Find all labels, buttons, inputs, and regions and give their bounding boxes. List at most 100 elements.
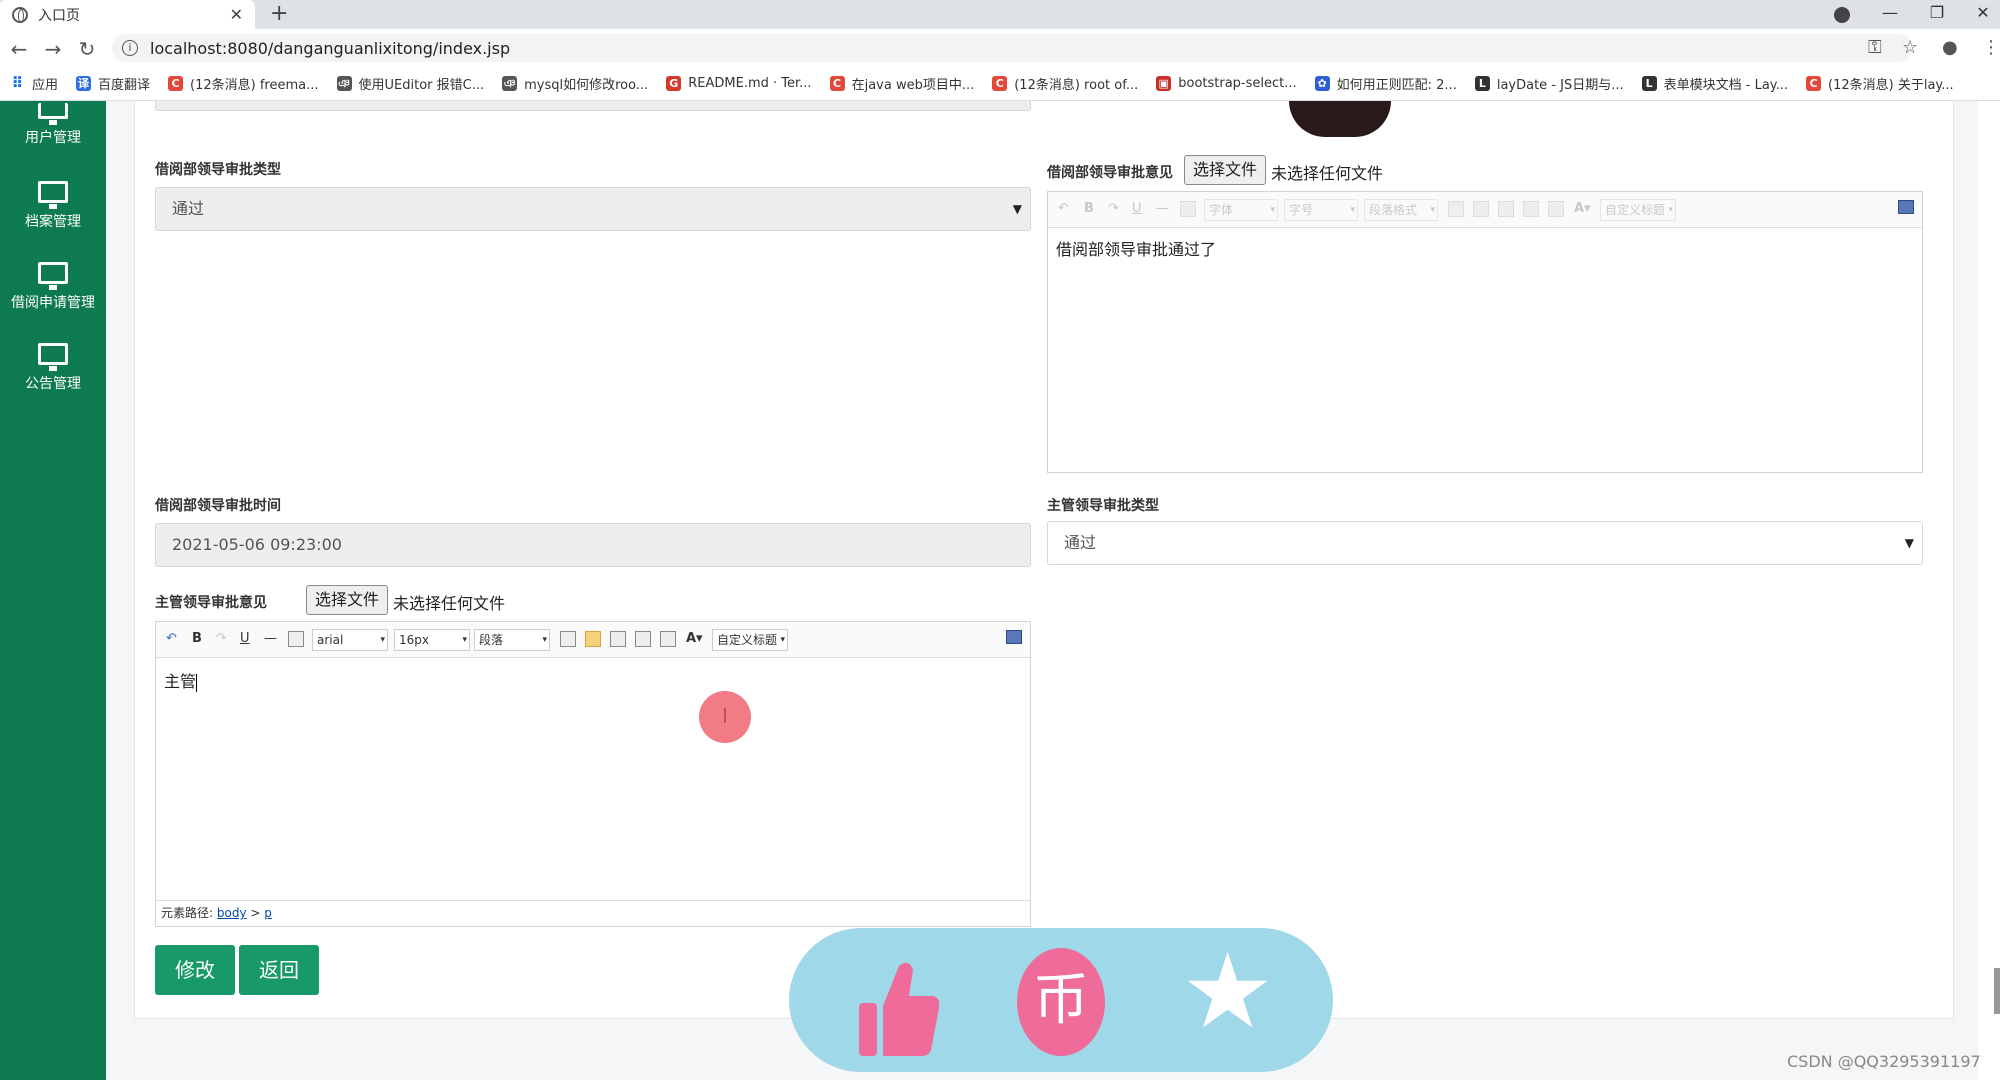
bookmark-item[interactable]: ঞ 使用UEditor 报错C...	[336, 74, 485, 93]
sidebar-item-borrow-requests[interactable]: 借阅申请管理	[0, 262, 106, 312]
choose-file-button[interactable]: 选择文件	[1184, 155, 1267, 185]
table-icon[interactable]	[560, 631, 576, 647]
path-p-link[interactable]: p	[264, 906, 272, 920]
new-tab-button[interactable]: +	[270, 0, 288, 29]
key-icon[interactable]: ⚿	[1868, 37, 1882, 58]
star-icon[interactable]: ★	[1181, 936, 1274, 1046]
mgr-opinion-editor[interactable]: ↶ B ↷ U — arial▾ 16px▾ 段落▾ A▾ 自定义标题▾	[155, 621, 1031, 927]
sidebar-item-notices[interactable]: 公告管理	[0, 343, 106, 393]
back-arrow-icon[interactable]: ←	[8, 37, 30, 61]
bookmark-label: 使用UEditor 报错C...	[358, 78, 485, 93]
sidebar-item-archives[interactable]: 档案管理	[0, 181, 106, 231]
bookmark-label: (12条消息) 关于lay...	[1828, 78, 1954, 93]
hr-icon[interactable]: —	[264, 631, 277, 646]
align-right-icon[interactable]	[610, 631, 626, 647]
bookmark-item[interactable]: ঞ mysql如何修改roo...	[502, 74, 648, 93]
watermark: CSDN @QQ3295391197	[1787, 1052, 1981, 1071]
forward-arrow-icon[interactable]: →	[42, 37, 64, 61]
editor-toolbar: ↶ B ↷ U — arial ▾ 16px ▾ 段落 ▾ A▾ 自定义标题 ▾	[156, 622, 1030, 658]
sidebar-item-users[interactable]: 用户管理	[0, 103, 106, 147]
font-select[interactable]: arial ▾	[312, 629, 388, 651]
bookmark-item[interactable]: C 在java web项目中...	[829, 74, 975, 93]
element-path-bar: 元素路径: body > p	[156, 900, 1030, 926]
dept-time-input[interactable]: 2021-05-06 09:23:00	[155, 523, 1031, 567]
bookmark-label: (12条消息) freema...	[190, 78, 319, 93]
browser-tab[interactable]: 入口页 ✕	[0, 0, 255, 29]
editor-content[interactable]: 主管	[164, 668, 198, 692]
edit-button[interactable]: 修改	[155, 945, 235, 995]
bookmark-label: README.md · Ter...	[688, 76, 812, 91]
bookmark-favicon-icon: C	[1806, 76, 1822, 91]
bookmark-favicon-icon: ⠿	[11, 74, 24, 92]
bookmark-label: mysql如何修改roo...	[524, 78, 649, 93]
redo-icon: ↷	[1108, 201, 1119, 216]
align-center-icon[interactable]	[635, 631, 651, 647]
bookmark-favicon-icon: ঞ	[502, 76, 518, 91]
underline-icon[interactable]: U	[240, 631, 250, 646]
bookmark-item[interactable]: C (12条消息) 关于lay...	[1806, 74, 1954, 93]
bookmark-favicon-icon: G	[666, 76, 682, 91]
bookmarks-bar: ⠿ 应用 译百度翻译 C (12条消息) freema... ঞ 使用UEditor 报错C…	[0, 67, 2000, 101]
dropdown-icon: ▾	[1668, 205, 1673, 215]
sidebar-item-label: 用户管理	[25, 130, 81, 146]
account-icon[interactable]: ●	[1942, 37, 1958, 58]
bold-icon[interactable]: B	[192, 631, 202, 646]
paragraph-select[interactable]: 段落 ▾	[474, 629, 550, 651]
bookmark-label: 在java web项目中...	[851, 78, 975, 93]
mgr-approval-type-select[interactable]: 通过 ▼	[1047, 521, 1923, 565]
back-button[interactable]: 返回	[239, 945, 319, 995]
tab-close-icon[interactable]: ✕	[230, 5, 243, 24]
bookmark-label: 应用	[32, 78, 59, 93]
paste-icon	[1180, 201, 1196, 217]
dept-approval-type-select[interactable]: 通过 ▼	[155, 187, 1031, 231]
mgr-approval-type-label: 主管领导审批类型	[1047, 498, 1159, 514]
previous-field[interactable]	[155, 101, 1031, 111]
bookmark-label: 如何用正则匹配: 2...	[1336, 78, 1457, 93]
path-body-link[interactable]: body	[217, 906, 247, 920]
mouse-cursor-indicator: I	[699, 691, 751, 743]
justify-icon[interactable]	[660, 631, 676, 647]
custom-title-select[interactable]: 自定义标题 ▾	[712, 629, 788, 651]
bold-icon: B	[1084, 201, 1094, 216]
star-icon[interactable]: ☆	[1902, 37, 1918, 58]
justify-icon	[1548, 201, 1564, 217]
fullscreen-icon[interactable]	[1006, 630, 1022, 644]
size-select[interactable]: 16px ▾	[394, 629, 470, 651]
editor-toolbar: ↶ B ↷ U — 字体 ▾ 字号 ▾ 段落格式 ▾ A▾ 自定义标题 ▾	[1048, 192, 1922, 228]
choose-file-button[interactable]: 选择文件	[306, 585, 389, 615]
align-left-icon[interactable]	[585, 631, 601, 647]
bookmark-favicon-icon: C	[992, 76, 1008, 91]
thumbs-up-icon[interactable]	[859, 958, 939, 1058]
paste-icon[interactable]	[288, 631, 304, 647]
bookmark-item[interactable]: L 表单模块文档 - Lay...	[1641, 74, 1788, 93]
undo-icon[interactable]: ↶	[166, 631, 177, 646]
monitor-icon	[38, 343, 68, 371]
restore-button[interactable]: ❐	[1922, 0, 1952, 29]
bookmark-item[interactable]: C (12条消息) freema...	[168, 74, 319, 93]
align-left-icon	[1473, 201, 1489, 217]
minimize-button[interactable]: —	[1875, 0, 1905, 29]
editor-content[interactable]: 借阅部领导审批通过了	[1056, 236, 1216, 260]
back-to-top-button[interactable]	[1994, 968, 2000, 1014]
avatar-image	[1289, 101, 1391, 137]
table-icon	[1448, 201, 1464, 217]
bookmark-item[interactable]: G README.md · Ter...	[666, 76, 812, 91]
profile-dot-icon[interactable]	[1834, 7, 1850, 23]
bookmark-item[interactable]: LlayDate - JS日期与...	[1474, 74, 1624, 93]
bookmark-item[interactable]: C (12条消息) root of...	[992, 74, 1138, 93]
sidebar-item-label: 借阅申请管理	[11, 295, 95, 311]
reload-icon[interactable]: ↻	[76, 37, 98, 61]
redo-icon[interactable]: ↷	[216, 631, 227, 646]
coin-icon[interactable]: 币	[1017, 948, 1105, 1056]
bookmark-item[interactable]: ✿ 如何用正则匹配: 2...	[1314, 74, 1457, 93]
bookmark-item[interactable]: 译百度翻译	[76, 74, 150, 93]
dept-opinion-editor[interactable]: ↶ B ↷ U — 字体 ▾ 字号 ▾ 段落格式 ▾ A▾ 自定义标题 ▾ 借阅…	[1047, 191, 1923, 473]
info-icon[interactable]: i	[122, 40, 138, 56]
chevron-down-icon: ▼	[1904, 536, 1914, 550]
close-window-button[interactable]: ✕	[1968, 0, 1998, 29]
url-field[interactable]: i localhost:8080/danganguanlixitong/inde…	[112, 34, 1912, 62]
bookmark-item[interactable]: ⠿ 应用	[10, 74, 59, 94]
bookmark-item[interactable]: ▣ bootstrap-select...	[1156, 76, 1297, 91]
menu-icon[interactable]: ⋮	[1982, 37, 2000, 58]
font-color-icon[interactable]: A▾	[686, 631, 703, 646]
